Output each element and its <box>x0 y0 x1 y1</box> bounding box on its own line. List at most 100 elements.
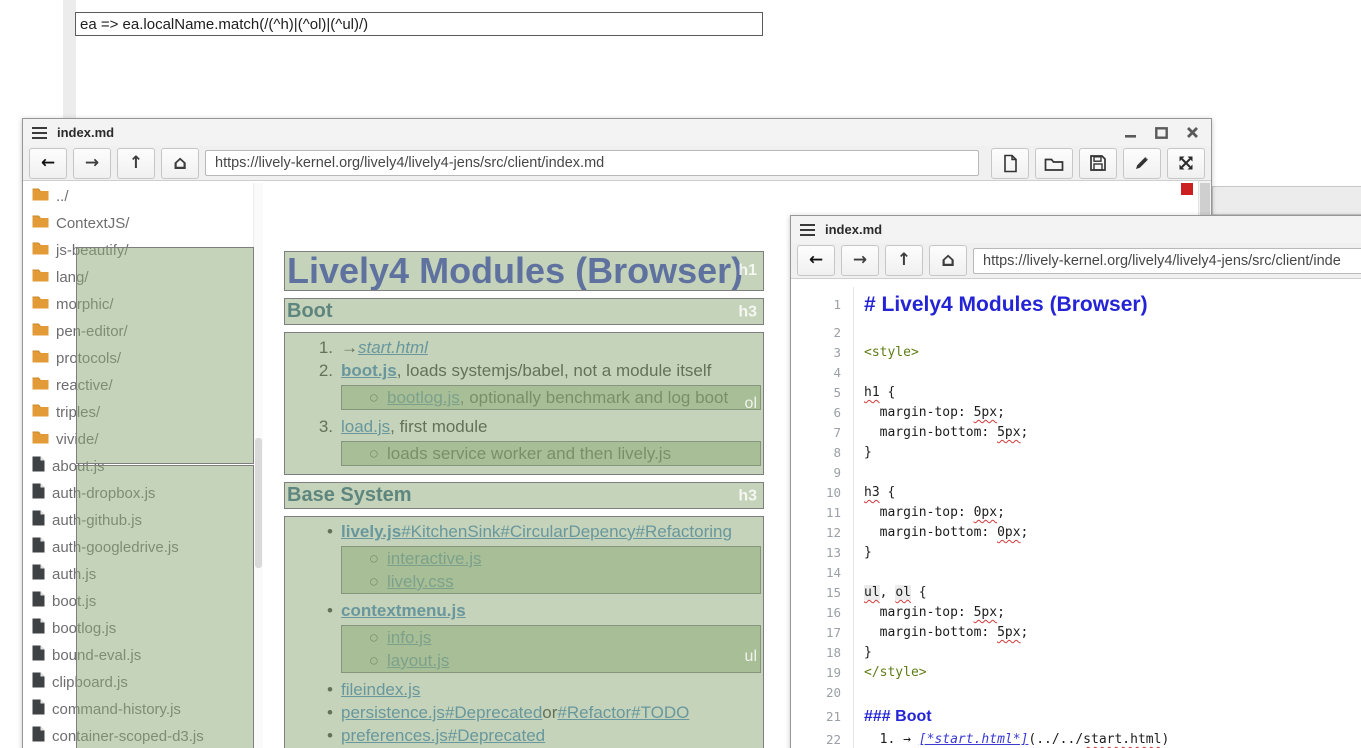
code-token: { <box>880 485 896 500</box>
sidebar-item-bootlog-js[interactable]: bootlog.js <box>25 615 253 642</box>
sidebar-item-ContextJS[interactable]: ContextJS/ <box>25 210 253 237</box>
forward-button[interactable]: → <box>73 148 111 179</box>
edit-button[interactable] <box>1123 148 1161 179</box>
editor-line[interactable]: 21### Boot <box>791 703 1361 730</box>
list-item: 3.load.js, first module <box>284 415 764 438</box>
home-button[interactable]: ⌂ <box>929 245 967 276</box>
sidebar-item-vivide[interactable]: vivide/ <box>25 426 253 453</box>
code-token: h1 <box>864 385 880 400</box>
close-button[interactable] <box>1184 125 1201 140</box>
file-icon <box>32 564 45 585</box>
sidebar-item-reactive[interactable]: reactive/ <box>25 372 253 399</box>
list-marker: 2. <box>284 359 341 382</box>
sidebar-item-clipboard-js[interactable]: clipboard.js <box>25 669 253 696</box>
window-source-editor: index.md ← → ↑ ⌂ 1# Lively4 Modules (Bro… <box>790 215 1361 748</box>
up-button[interactable]: ↑ <box>117 148 155 179</box>
editor-line[interactable]: 4 <box>791 363 1361 383</box>
markdown-link[interactable]: fileindex.js <box>341 678 420 701</box>
editor-line[interactable]: 22 1. → [*start.html*](../../start.html) <box>791 730 1361 748</box>
editor-line[interactable]: 9 <box>791 463 1361 483</box>
window2-titlebar[interactable]: index.md <box>791 216 1361 244</box>
markdown-link[interactable]: start.html <box>358 336 428 359</box>
markdown-link[interactable]: #Refactor <box>557 701 631 724</box>
save-button[interactable] <box>1079 148 1117 179</box>
back-button[interactable]: ← <box>797 245 835 276</box>
editor-line[interactable]: 2 <box>791 323 1361 343</box>
markdown-link[interactable]: preferences.js <box>341 724 448 747</box>
markdown-link[interactable]: lively.css <box>387 570 454 593</box>
editor-line[interactable]: 7 margin-bottom: 5px; <box>791 423 1361 443</box>
markdown-link[interactable]: info.js <box>387 626 431 649</box>
markdown-link[interactable]: contextmenu.js <box>341 599 466 622</box>
markdown-link[interactable]: persistence.js <box>341 701 445 724</box>
sidebar-item-auth-googledrive-js[interactable]: auth-googledrive.js <box>25 534 253 561</box>
home-button[interactable]: ⌂ <box>161 148 199 179</box>
markdown-link[interactable]: #KitchenSink <box>401 520 500 543</box>
element-filter-input[interactable] <box>75 12 763 36</box>
markdown-link[interactable]: #Deprecated <box>445 701 542 724</box>
background-window-titlebar[interactable] <box>1212 186 1361 215</box>
editor-line[interactable]: 20 <box>791 683 1361 703</box>
back-button[interactable]: ← <box>29 148 67 179</box>
sidebar-item-auth-github-js[interactable]: auth-github.js <box>25 507 253 534</box>
line-number: 16 <box>791 603 853 623</box>
editor-line[interactable]: 1# Lively4 Modules (Browser) <box>791 287 1361 323</box>
up-button[interactable]: ↑ <box>885 245 923 276</box>
editor-line[interactable]: 3<style> <box>791 343 1361 363</box>
sidebar-item-label: container-scoped-d3.js <box>52 728 204 745</box>
editor-line[interactable]: 10h3 { <box>791 483 1361 503</box>
minimize-button[interactable] <box>1122 125 1139 140</box>
sidebar-item-lang[interactable]: lang/ <box>25 264 253 291</box>
editor-line[interactable]: 8} <box>791 443 1361 463</box>
sidebar-scrollbar[interactable] <box>253 183 263 748</box>
sidebar-item-auth-dropbox-js[interactable]: auth-dropbox.js <box>25 480 253 507</box>
forward-button[interactable]: → <box>841 245 879 276</box>
editor-line[interactable]: 6 margin-top: 5px; <box>791 403 1361 423</box>
sidebar-item-command-history-js[interactable]: command-history.js <box>25 696 253 723</box>
markdown-link[interactable]: boot.js <box>341 359 397 382</box>
editor-line[interactable]: 13} <box>791 543 1361 563</box>
sidebar-item-about-js[interactable]: about.js <box>25 453 253 480</box>
markdown-link[interactable]: interactive.js <box>387 547 481 570</box>
sidebar-item-morphic[interactable]: morphic/ <box>25 291 253 318</box>
markdown-link[interactable]: #Refactoring <box>636 520 732 543</box>
code-text: } <box>854 443 872 463</box>
editor-line[interactable]: 12 margin-bottom: 0px; <box>791 523 1361 543</box>
editor-line[interactable]: 15ul, ol { <box>791 583 1361 603</box>
sidebar-item-bound-eval-js[interactable]: bound-eval.js <box>25 642 253 669</box>
editor-line[interactable]: 19</style> <box>791 663 1361 683</box>
sidebar-item-pen-editor[interactable]: pen-editor/ <box>25 318 253 345</box>
editor-line[interactable]: 5h1 { <box>791 383 1361 403</box>
markdown-link[interactable]: #CircularDepency <box>500 520 635 543</box>
sidebar-item-triples[interactable]: triples/ <box>25 399 253 426</box>
editor-line[interactable]: 16 margin-top: 5px; <box>791 603 1361 623</box>
url-input[interactable] <box>973 248 1361 274</box>
editor-line[interactable]: 11 margin-top: 0px; <box>791 503 1361 523</box>
sidebar-item-label: auth-googledrive.js <box>52 539 179 556</box>
markdown-link[interactable]: lively.js <box>341 520 401 543</box>
url-input[interactable] <box>205 150 979 176</box>
editor-line[interactable]: 18} <box>791 643 1361 663</box>
markdown-link[interactable]: #Deprecated <box>448 724 545 747</box>
open-folder-button[interactable] <box>1035 148 1073 179</box>
window1-titlebar[interactable]: index.md <box>23 119 1211 147</box>
markdown-link[interactable]: layout.js <box>387 649 449 672</box>
markdown-link[interactable]: load.js <box>341 415 390 438</box>
heading-text: Base System <box>284 484 412 506</box>
sidebar-item-js-beautify[interactable]: js-beautify/ <box>25 237 253 264</box>
maximize-button[interactable] <box>1153 125 1170 140</box>
code-editor[interactable]: 1# Lively4 Modules (Browser)23<style>45h… <box>791 279 1361 748</box>
fullscreen-button[interactable] <box>1167 148 1205 179</box>
menu-icon[interactable] <box>32 127 47 139</box>
editor-line[interactable]: 17 margin-bottom: 5px; <box>791 623 1361 643</box>
menu-icon[interactable] <box>800 224 815 236</box>
editor-line[interactable]: 14 <box>791 563 1361 583</box>
markdown-link[interactable]: #TODO <box>631 701 689 724</box>
sidebar-item-boot-js[interactable]: boot.js <box>25 588 253 615</box>
sidebar-item-auth-js[interactable]: auth.js <box>25 561 253 588</box>
markdown-link[interactable]: bootlog.js <box>387 386 460 409</box>
new-file-button[interactable] <box>991 148 1029 179</box>
sidebar-item-container-scoped-d3-js[interactable]: container-scoped-d3.js <box>25 723 253 748</box>
sidebar-item-[interactable]: ../ <box>25 183 253 210</box>
sidebar-item-protocols[interactable]: protocols/ <box>25 345 253 372</box>
